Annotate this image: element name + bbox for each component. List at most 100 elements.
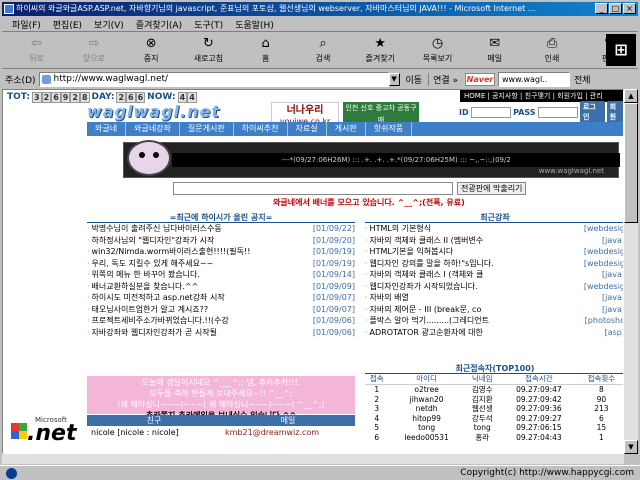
visitors-cell[interactable]: hitop99 <box>389 414 465 424</box>
nav-item-1[interactable]: 와글네강좌 <box>126 122 180 136</box>
list-item[interactable]: 태오님사이트업한거 알고 계시죠?? [01/09/07] <box>87 304 355 316</box>
site-logo[interactable]: waglwagl.net <box>87 102 219 124</box>
toolbar-button-4[interactable]: ⌂ 홈 <box>237 33 294 67</box>
contact-mail[interactable]: kmb21@dreamwiz.com <box>221 427 355 438</box>
toolbar-button-3[interactable]: ↻ 새로고침 <box>180 33 237 67</box>
list-item-title[interactable]: 우리, 독도 지킬수 있게 해주세요~~ <box>87 258 214 270</box>
menu-help[interactable]: 도움말(H) <box>229 18 280 31</box>
toolbar-button-0[interactable]: ⇦ 뒤로 <box>8 33 65 67</box>
toolbar-button-6[interactable]: ★ 즐겨찾기 <box>352 33 409 67</box>
list-item[interactable]: 위쪽의 메뉴 한 바꾸어 봤습니다. [01/09/14] <box>87 269 355 281</box>
nav-item-4[interactable]: 자료실 <box>288 122 327 136</box>
list-item-title[interactable]: 하이시도 미전적하고 asp.net강좌 시작 <box>87 292 225 304</box>
main-nav: 와글네 와글네강좌 질문게시판 하이씨추천 자료실 게시판 핫쉬작품 <box>87 122 623 136</box>
vertical-scrollbar[interactable]: ▲ ▼ <box>624 89 638 454</box>
minimize-button[interactable]: _ <box>595 3 608 14</box>
list-item[interactable]: 배너교환하실분을 찾습니다.^^ [01/09/09] <box>87 281 355 293</box>
scroll-down-button[interactable]: ▼ <box>624 440 638 454</box>
banner-subtitle: www.waglwagl.net <box>538 167 604 175</box>
list-item[interactable]: win32/Nimda.worm바이러스출현!!!!(필독!! [01/09/19… <box>87 246 355 258</box>
login-pass-input[interactable] <box>537 106 579 118</box>
nav-item-2[interactable]: 질문게시판 <box>180 122 234 136</box>
visitors-cell: 15 <box>596 423 607 432</box>
nav-item-5[interactable]: 게시판 <box>327 122 366 136</box>
list-item[interactable]: 프로젝트세비주소가바뀌었습니다.!!(수강 [01/09/06] <box>87 315 355 327</box>
address-dropdown-button[interactable]: ▼ <box>388 72 400 86</box>
menu-favorites[interactable]: 즐겨찾기(A) <box>130 18 188 31</box>
menu-file[interactable]: 파일(F) <box>6 18 47 31</box>
horizontal-scrollbar[interactable] <box>2 454 624 464</box>
list-item-title[interactable]: 웹디자인 강의를 말을 하하!"s입니다. <box>365 258 494 270</box>
links-button[interactable]: 연결 » <box>428 72 462 86</box>
visitors-cell[interactable]: o2tree <box>389 385 465 395</box>
contact-name[interactable]: nicole [nicole : nicole] <box>87 427 221 438</box>
list-item[interactable]: 자바의 제어문 - III (break문, co [java] <box>365 304 623 316</box>
marquee-input[interactable] <box>173 182 453 195</box>
close-button[interactable]: × <box>623 3 636 14</box>
list-item[interactable]: 우리, 독도 지킬수 있게 해주세요~~ [01/09/19] <box>87 258 355 270</box>
toolbar-button-7[interactable]: ◷ 목록보기 <box>409 33 466 67</box>
list-item[interactable]: 하이시도 미전적하고 asp.net강좌 시작 [01/09/07] <box>87 292 355 304</box>
list-item-title[interactable]: 프로젝트세비주소가바뀌었습니다.!!(수강 <box>87 315 229 327</box>
naver-search-scope[interactable]: 전체 <box>570 73 591 86</box>
toolbar-button-8[interactable]: ✉ 메일 <box>466 33 523 67</box>
visitors-cell[interactable]: netdh <box>389 404 465 414</box>
naver-search-input[interactable]: www.wagl.. <box>498 71 571 87</box>
nav-item-0[interactable]: 와글네 <box>87 122 127 136</box>
list-item[interactable]: 자바강좌와 웹디자인강좌가 곧 시작될 [01/09/06] <box>87 327 355 339</box>
toolbar-button-2[interactable]: ⊗ 중지 <box>123 33 180 67</box>
visitors-cell[interactable]: leedo00531 <box>389 433 465 443</box>
list-item[interactable]: 하하정사님의 "웹디자인"강좌가 시작 [01/09/20] <box>87 235 355 247</box>
counter-day-label: DAY: <box>91 92 115 102</box>
nav-item-6[interactable]: 핫쉬작품 <box>366 122 413 136</box>
list-item-title[interactable]: HTML기본을 익혀봅시다 <box>365 246 454 258</box>
list-item[interactable]: 자바의 객체와 클래스 I (객체와 클 [java] <box>365 269 623 281</box>
list-item-title[interactable]: 자바강좌와 웹디자인강좌가 곧 시작될 <box>87 327 217 339</box>
visitors-cell[interactable]: tong <box>389 423 465 433</box>
list-item[interactable]: 자바의 객체와 클래스 II (멤버변수 [java] <box>365 235 623 247</box>
list-item-title[interactable]: 박명수님이 출려주신 님다바이러스수동 <box>87 223 222 235</box>
toolbar-button-1[interactable]: ⇨ 앞으로 <box>65 33 122 67</box>
list-item-title[interactable]: 플박스 알아 먹기.........(그레디언트 <box>365 315 489 327</box>
maximize-button[interactable]: □ <box>609 3 622 14</box>
list-item[interactable]: HTML기본을 익혀봅시다 [webdesig <box>365 246 623 258</box>
toolbar-button-9[interactable]: ⎙ 인쇄 <box>523 33 580 67</box>
visitors-cell: tong <box>473 423 491 432</box>
list-item-title[interactable]: 자바의 배열 <box>365 292 409 304</box>
list-item[interactable]: 박명수님이 출려주신 님다바이러스수동 [01/09/22] <box>87 223 355 235</box>
scroll-up-button[interactable]: ▲ <box>624 89 638 103</box>
status-bar: Copyright(c) http://www.happycgi.com <box>0 465 640 480</box>
list-item-title[interactable]: 태오님사이트업한거 알고 계시죠?? <box>87 304 209 316</box>
list-item-title[interactable]: 자바의 제어문 - III (break문, co <box>365 304 482 316</box>
list-item-title[interactable]: HTML의 기본형식 <box>365 223 432 235</box>
list-item[interactable]: 플박스 알아 먹기.........(그레디언트 [photosho <box>365 315 623 327</box>
join-button[interactable]: 회원 <box>606 101 623 123</box>
login-id-input[interactable] <box>470 106 512 118</box>
list-item[interactable]: ADROTATOR 광고순환자에 대한 [asp] <box>365 327 623 339</box>
list-item-title[interactable]: win32/Nimda.worm바이러스출현!!!!(필독!! <box>87 246 251 258</box>
list-item[interactable]: 웹디자인 강의를 말을 하하!"s입니다. [webdesig <box>365 258 623 270</box>
menu-tools[interactable]: 도구(T) <box>188 18 229 31</box>
list-item[interactable]: HTML의 기본형식 [webdesig <box>365 223 623 235</box>
address-input[interactable]: http://www.waglwagl.net/ <box>38 71 389 87</box>
list-item[interactable]: 자바의 배열 [java] <box>365 292 623 304</box>
nav-item-3[interactable]: 하이씨추천 <box>234 122 288 136</box>
list-item-title[interactable]: 웹디자인강좌가 시작되었습니다. <box>365 281 478 293</box>
menu-view[interactable]: 보기(V) <box>88 18 130 31</box>
visitors-header-cell: 닉네임 <box>464 374 500 385</box>
list-item-title[interactable]: 자바의 객체와 클래스 II (멤버변수 <box>365 235 484 247</box>
login-button[interactable]: 로그인 <box>580 101 605 123</box>
go-button[interactable]: 이동 <box>400 73 429 86</box>
list-item-title[interactable]: 위쪽의 메뉴 한 바꾸어 봤습니다. <box>87 269 200 281</box>
list-item-title[interactable]: 배너교환하실분을 찾습니다.^^ <box>87 281 199 293</box>
visitors-cell[interactable]: jihwan20 <box>389 395 465 405</box>
list-item-title[interactable]: 하하정사님의 "웹디자인"강좌가 시작 <box>87 235 215 247</box>
marquee-submit-button[interactable]: 전광판에 막출리기 <box>457 182 527 195</box>
list-item-title[interactable]: 자바의 객체와 클래스 I (객체와 클 <box>365 269 484 281</box>
scroll-thumb[interactable] <box>624 103 638 223</box>
list-item-title[interactable]: ADROTATOR 광고순환자에 대한 <box>365 327 483 339</box>
menu-edit[interactable]: 편집(E) <box>47 18 88 31</box>
toolbar-button-5[interactable]: ⌕ 검색 <box>294 33 351 67</box>
ie-window-icon[interactable] <box>4 4 14 14</box>
list-item[interactable]: 웹디자인강좌가 시작되었습니다. [webdesig <box>365 281 623 293</box>
